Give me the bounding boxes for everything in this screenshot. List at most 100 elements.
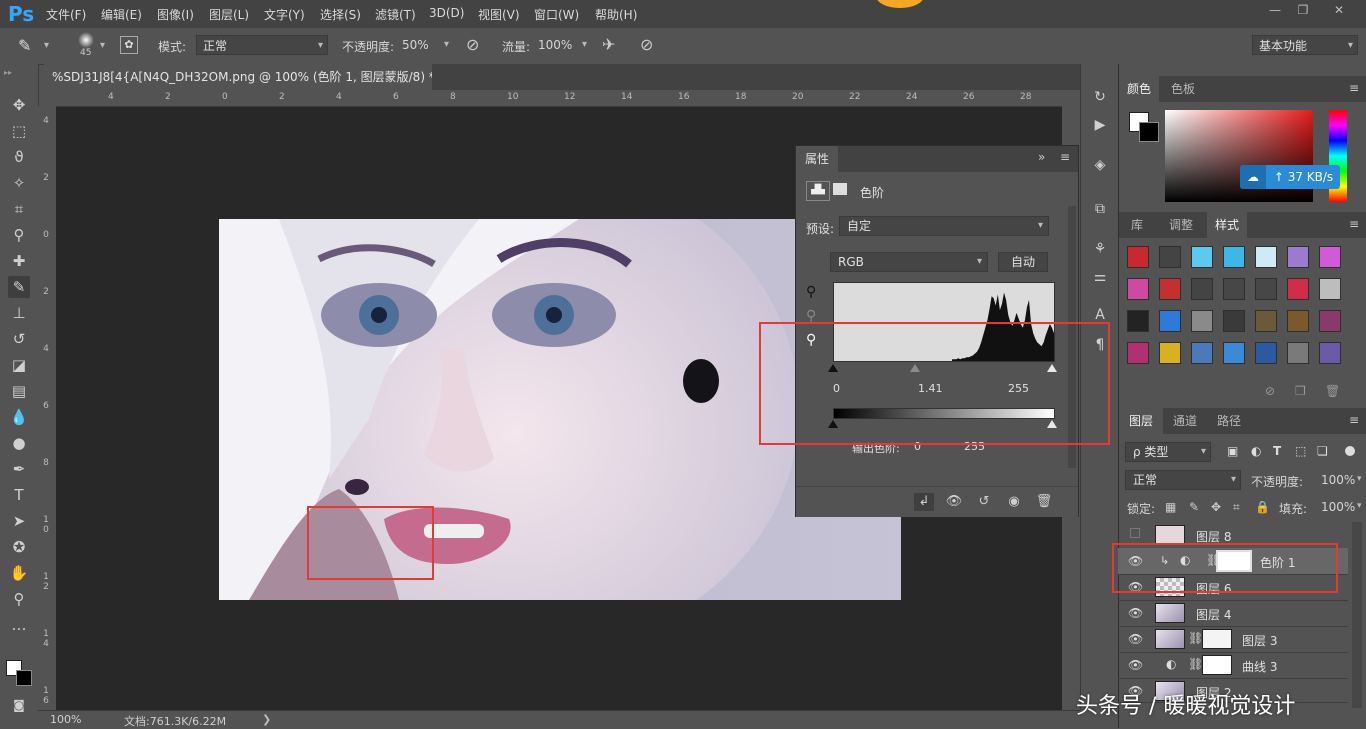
pressure-size-icon[interactable]: ⊘ (640, 35, 653, 54)
channel-select[interactable]: RGB ▾ (830, 252, 988, 272)
lasso-tool-icon[interactable]: ϑ (8, 146, 30, 168)
actions-play-icon[interactable]: ▶ (1089, 114, 1111, 136)
path-selection-tool-icon[interactable]: ➤ (8, 510, 30, 532)
restore-button[interactable]: ❐ (1290, 3, 1316, 23)
layer-row[interactable]: 👁 图层 4 (1118, 600, 1348, 627)
move-tool-icon[interactable]: ✥ (8, 94, 30, 116)
pen-tool-icon[interactable]: ✒ (8, 458, 30, 480)
eye-icon[interactable]: 👁 (1128, 632, 1143, 646)
tab-color[interactable]: 颜色 (1119, 76, 1159, 102)
zoom-tool-icon[interactable]: ⚲ (8, 588, 30, 610)
marquee-tool-icon[interactable]: ⬚ (8, 120, 30, 142)
zoom-level[interactable]: 100% (50, 713, 81, 726)
tab-libraries[interactable]: 库 (1119, 212, 1155, 238)
style-swatch[interactable] (1159, 246, 1181, 268)
color-panel-menu-icon[interactable]: ≡ (1349, 81, 1359, 95)
auto-button[interactable]: 自动 (998, 252, 1048, 272)
menu-edit[interactable]: 编辑(E) (101, 6, 142, 23)
crop-tool-icon[interactable]: ⌗ (8, 198, 30, 220)
style-swatch[interactable] (1287, 246, 1309, 268)
filter-shape-icon[interactable]: ⬚ (1295, 444, 1306, 458)
tab-styles[interactable]: 样式 (1207, 212, 1247, 238)
close-window-button[interactable]: ✕ (1326, 3, 1352, 23)
layer-row[interactable]: 👁 ⛓ 图层 3 (1118, 626, 1348, 653)
fill-value[interactable]: 100% (1321, 500, 1355, 514)
layer-opacity-value[interactable]: 100% (1321, 473, 1355, 487)
style-swatch[interactable] (1191, 342, 1213, 364)
3d-cube-icon[interactable]: ◈ (1089, 154, 1111, 176)
tool-preset-chevron-icon[interactable]: ▾ (44, 40, 49, 51)
delete-style-icon[interactable]: 🗑 (1325, 384, 1340, 398)
menu-image[interactable]: 图像(I) (157, 6, 194, 23)
toolbar-collapse-icon[interactable]: ▸▸ (4, 68, 12, 77)
properties-tab[interactable]: 属性 (796, 146, 838, 172)
mode-select[interactable]: 正常 ▾ (196, 35, 328, 55)
toggle-visibility-icon[interactable]: ◉ (1004, 493, 1024, 511)
visibility-off-box[interactable] (1130, 528, 1140, 538)
style-swatch[interactable] (1223, 310, 1245, 332)
layers-panel-menu-icon[interactable]: ≡ (1349, 413, 1359, 427)
opacity-chevron-icon[interactable]: ▾ (1357, 474, 1362, 484)
style-swatch[interactable] (1191, 278, 1213, 300)
quick-mask-icon[interactable]: ◙ (8, 694, 30, 716)
brush-picker-chevron-icon[interactable]: ▾ (100, 40, 105, 51)
menu-help[interactable]: 帮助(H) (595, 6, 637, 23)
brush-panel-toggle-icon[interactable]: ✿ (120, 36, 138, 54)
mask-icon[interactable] (833, 183, 847, 195)
style-swatch[interactable] (1319, 310, 1341, 332)
filter-smart-object-icon[interactable]: ❏ (1317, 444, 1328, 458)
style-swatch[interactable] (1191, 310, 1213, 332)
style-swatch[interactable] (1287, 278, 1309, 300)
lock-transparent-icon[interactable]: ▦ (1165, 500, 1176, 514)
paths-icon[interactable]: ⧉ (1089, 198, 1111, 220)
dodge-tool-icon[interactable]: ● (8, 432, 30, 454)
eraser-tool-icon[interactable]: ◪ (8, 354, 30, 376)
style-swatch[interactable] (1319, 246, 1341, 268)
tab-layers[interactable]: 图层 (1119, 408, 1163, 434)
type-tool-icon[interactable]: T (8, 484, 30, 506)
adjust-sliders-icon[interactable]: ⚌ (1089, 266, 1111, 288)
layers-scrollbar[interactable] (1352, 522, 1362, 708)
gradient-tool-icon[interactable]: ▤ (8, 380, 30, 402)
brush-tool-icon[interactable]: ✎ (18, 36, 31, 55)
delete-adjustment-icon[interactable]: 🗑 (1034, 493, 1054, 511)
style-swatch[interactable] (1223, 246, 1245, 268)
lock-position-icon[interactable]: ✥ (1211, 500, 1221, 514)
menu-layer[interactable]: 图层(L) (209, 6, 249, 23)
lock-all-icon[interactable]: 🔒 (1255, 500, 1270, 514)
style-swatch[interactable] (1127, 310, 1149, 332)
collapse-panel-icon[interactable]: » (1038, 150, 1045, 164)
magic-wand-tool-icon[interactable]: ✧ (8, 172, 30, 194)
menu-window[interactable]: 窗口(W) (534, 6, 579, 23)
hand-tool-icon[interactable]: ✋ (8, 562, 30, 584)
minimize-button[interactable]: — (1262, 3, 1288, 23)
style-swatch[interactable] (1255, 278, 1277, 300)
opacity-value[interactable]: 50% (402, 38, 429, 52)
chain-link-icon[interactable]: ⛓ (1188, 657, 1203, 671)
panel-menu-icon[interactable]: ≡ (1060, 150, 1070, 164)
blend-mode-select[interactable]: 正常 ▾ (1125, 470, 1241, 490)
more-tools-icon[interactable]: … (8, 614, 30, 636)
document-tab[interactable]: %SDJ31J8[4{A[N4Q_DH32OM.png @ 100% (色阶 1… (44, 64, 432, 90)
style-swatch[interactable] (1127, 278, 1149, 300)
style-swatch[interactable] (1159, 342, 1181, 364)
color-bg-swatch[interactable] (1139, 122, 1159, 142)
style-swatch[interactable] (1319, 342, 1341, 364)
chain-link-icon[interactable]: ⛓ (1188, 631, 1203, 645)
style-swatch[interactable] (1287, 310, 1309, 332)
tab-paths[interactable]: 路径 (1209, 408, 1249, 434)
levels-adjustment-icon[interactable]: ▟▙ (806, 181, 830, 201)
style-swatch[interactable] (1159, 278, 1181, 300)
new-style-icon[interactable]: ❐ (1295, 384, 1306, 398)
healing-brush-tool-icon[interactable]: ✚ (8, 250, 30, 272)
style-swatch[interactable] (1255, 342, 1277, 364)
style-swatch[interactable] (1255, 310, 1277, 332)
style-swatch[interactable] (1159, 310, 1181, 332)
history-brush-tool-icon[interactable]: ↺ (8, 328, 30, 350)
layer-mask-thumbnail[interactable] (1202, 629, 1232, 649)
brush-presets-icon[interactable]: ⚘ (1089, 238, 1111, 260)
clear-style-icon[interactable]: ⊘ (1265, 384, 1275, 398)
style-swatch[interactable] (1319, 278, 1341, 300)
filter-toggle-icon[interactable] (1345, 446, 1355, 456)
airbrush-icon[interactable]: ✈ (602, 35, 615, 54)
